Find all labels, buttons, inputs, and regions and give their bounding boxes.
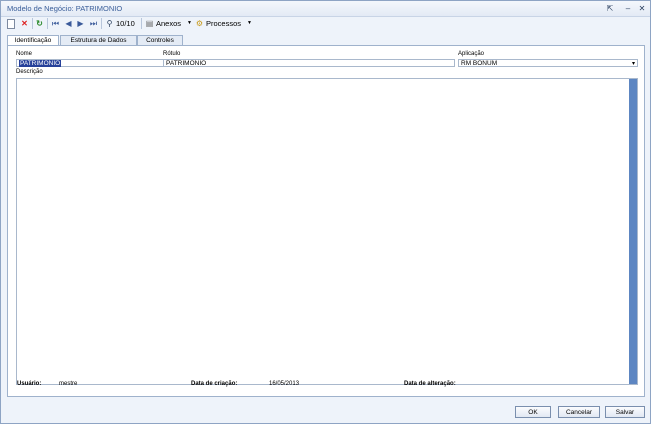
binoculars-icon: ⚲	[106, 19, 113, 28]
processos-label: Processos	[206, 19, 242, 28]
processos-button[interactable]: ⚙ Processos ▼	[195, 18, 254, 29]
toolbar-separator	[101, 18, 102, 29]
descricao-label: Descrição	[16, 69, 43, 75]
toolbar-separator	[141, 18, 142, 29]
ok-button[interactable]: OK	[515, 406, 551, 418]
anexos-label: Anexos	[156, 19, 182, 28]
data-alteracao-label: Data de alteração:	[404, 381, 456, 387]
next-icon: ▶	[77, 19, 84, 28]
aplicacao-value: RM BONUM	[461, 60, 498, 67]
nome-field[interactable]: PATRIMONIO	[16, 59, 166, 67]
title-bar: Modelo de Negócio: PATRIMONIO ⇱ – ✕	[1, 1, 650, 17]
anexos-button[interactable]: ▤ Anexos ▼	[145, 18, 194, 29]
previous-icon: ◀	[65, 19, 72, 28]
data-criacao-label: Data de criação:	[191, 381, 238, 387]
toolbar-separator	[47, 18, 48, 29]
next-record-button[interactable]: ▶	[76, 18, 85, 29]
window: Modelo de Negócio: PATRIMONIO ⇱ – ✕ ✕ ↻ …	[0, 0, 651, 424]
new-button[interactable]	[7, 18, 15, 29]
previous-record-button[interactable]: ◀	[64, 18, 73, 29]
nome-value: PATRIMONIO	[19, 60, 62, 67]
usuario-label: Usuário:	[17, 381, 42, 387]
tab-panel: Nome PATRIMONIO Rótulo PATRIMONIO Aplica…	[7, 45, 645, 397]
usuario-value: mestre	[59, 381, 78, 387]
attachment-icon: ▤	[145, 19, 154, 28]
save-button[interactable]: Salvar	[605, 406, 645, 418]
record-counter: 10/10	[116, 19, 135, 28]
last-record-button[interactable]: ⏭	[89, 18, 98, 29]
chevron-down-icon: ▼	[247, 20, 252, 26]
close-icon[interactable]: ✕	[637, 4, 647, 13]
first-record-icon: ⏮	[51, 19, 60, 28]
toolbar: ✕ ↻ ⏮ ◀ ▶ ⏭ ⚲ 10/10 ▤ Anexos ▼ ⚙ Process…	[1, 16, 650, 31]
rotulo-label: Rótulo	[163, 51, 181, 57]
restore-icon[interactable]: ⇱	[605, 4, 615, 13]
refresh-button[interactable]: ↻	[35, 18, 44, 29]
descricao-textarea[interactable]	[16, 78, 638, 385]
first-record-button[interactable]: ⏮	[51, 18, 60, 29]
window-title: Modelo de Negócio: PATRIMONIO	[7, 4, 123, 13]
toolbar-separator	[32, 18, 33, 29]
tab-controles[interactable]: Controles	[137, 35, 183, 45]
minimize-icon[interactable]: –	[623, 4, 633, 13]
rotulo-field[interactable]: PATRIMONIO	[163, 59, 455, 67]
delete-button[interactable]: ✕	[20, 18, 29, 29]
vertical-scrollbar[interactable]	[629, 79, 637, 384]
tab-estrutura-de-dados[interactable]: Estrutura de Dados	[60, 35, 137, 45]
chevron-down-icon: ▼	[187, 20, 192, 26]
new-document-icon	[7, 18, 15, 29]
delete-icon: ✕	[21, 19, 28, 28]
refresh-icon: ↻	[36, 19, 43, 28]
aplicacao-select[interactable]: RM BONUM ▾	[458, 59, 638, 67]
chevron-down-icon[interactable]: ▾	[632, 60, 635, 68]
aplicacao-label: Aplicação	[458, 51, 485, 57]
cancel-button[interactable]: Cancelar	[558, 406, 600, 418]
gear-icon: ⚙	[195, 19, 204, 28]
nome-label: Nome	[16, 51, 33, 57]
data-criacao-value: 16/05/2013	[269, 381, 300, 387]
record-search-button[interactable]: ⚲ 10/10	[105, 18, 135, 29]
last-record-icon: ⏭	[89, 19, 98, 28]
